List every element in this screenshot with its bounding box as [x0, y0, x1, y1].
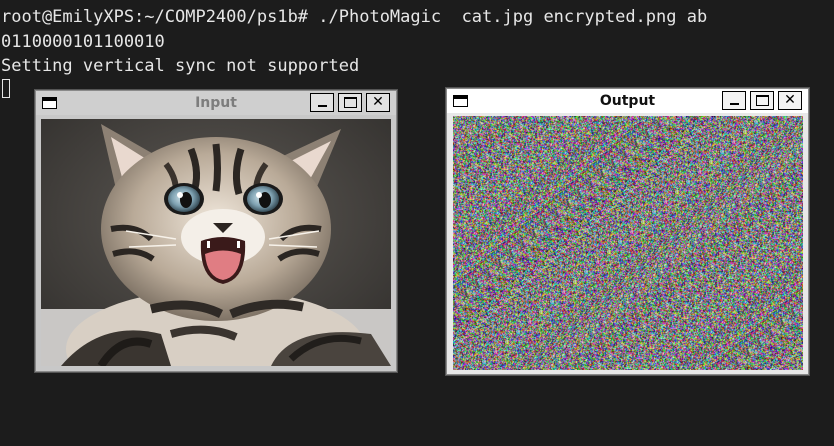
close-icon: ✕ [372, 94, 384, 110]
close-button[interactable]: ✕ [366, 93, 390, 112]
close-button[interactable]: ✕ [778, 91, 802, 110]
minimize-icon [318, 105, 327, 107]
minimize-button[interactable] [310, 93, 334, 112]
output-window-titlebar[interactable]: Output ✕ [447, 89, 808, 113]
input-image [41, 119, 391, 366]
output-image [453, 116, 803, 370]
input-window-titlebar[interactable]: Input ✕ [36, 91, 396, 115]
minimize-button[interactable] [722, 91, 746, 110]
maximize-button[interactable] [338, 93, 362, 112]
terminal-output-binary: 0110000101100010 [1, 32, 165, 52]
terminal-command-line: root@EmilyXPS:~/COMP2400/ps1b# ./PhotoMa… [1, 7, 708, 27]
terminal-cursor [2, 79, 10, 98]
minimize-icon [730, 103, 739, 105]
terminal-output-message: Setting vertical sync not supported [1, 56, 360, 76]
close-icon: ✕ [784, 92, 796, 108]
kitten-photo [41, 119, 391, 366]
output-window[interactable]: Output ✕ [446, 88, 809, 375]
encrypted-noise-image [453, 116, 803, 370]
maximize-icon [344, 97, 357, 108]
input-window[interactable]: Input ✕ [35, 90, 397, 372]
maximize-button[interactable] [750, 91, 774, 110]
maximize-icon [756, 95, 769, 106]
